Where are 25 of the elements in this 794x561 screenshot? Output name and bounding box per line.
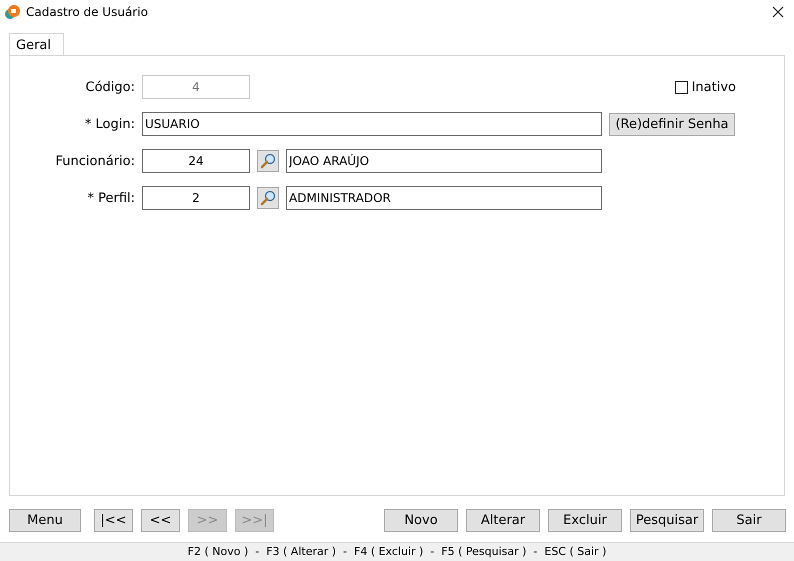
- status-bar: F2 ( Novo ) - F3 ( Alterar ) - F4 ( Excluir ) - F5 ( Pesquisar ) - ESC ( Sair ): [0, 542, 794, 561]
- input-field[interactable]: ADMINISTRADOR: [286, 186, 602, 210]
- inativo-checkbox[interactable]: Inativo: [674, 80, 736, 94]
- search-button[interactable]: [257, 150, 279, 172]
- app-logo-icon: [4, 4, 20, 20]
- search-button[interactable]: [257, 187, 279, 209]
- action-button[interactable]: Sair: [712, 509, 786, 532]
- action-button[interactable]: Alterar: [466, 509, 540, 532]
- input-field[interactable]: 24: [142, 149, 250, 173]
- reset-password-button[interactable]: (Re)definir Senha: [609, 112, 735, 136]
- field-label: Código:: [84, 80, 135, 94]
- nav-button[interactable]: Menu: [9, 509, 81, 532]
- nav-button[interactable]: |<<: [94, 509, 133, 532]
- close-icon[interactable]: [772, 6, 784, 18]
- action-button[interactable]: Pesquisar: [630, 509, 704, 532]
- action-button[interactable]: Excluir: [548, 509, 622, 532]
- field-label: Funcionário:: [54, 154, 135, 168]
- field-label: * Login:: [84, 116, 135, 132]
- input-field[interactable]: USUARIO: [142, 112, 602, 136]
- input-field[interactable]: 2: [142, 186, 250, 210]
- window-title: Cadastro de Usuário: [26, 5, 148, 19]
- field-label: * Perfil:: [86, 190, 135, 206]
- action-button[interactable]: Novo: [384, 509, 458, 532]
- tab[interactable]: Geral: [9, 33, 64, 56]
- nav-button[interactable]: <<: [141, 509, 180, 532]
